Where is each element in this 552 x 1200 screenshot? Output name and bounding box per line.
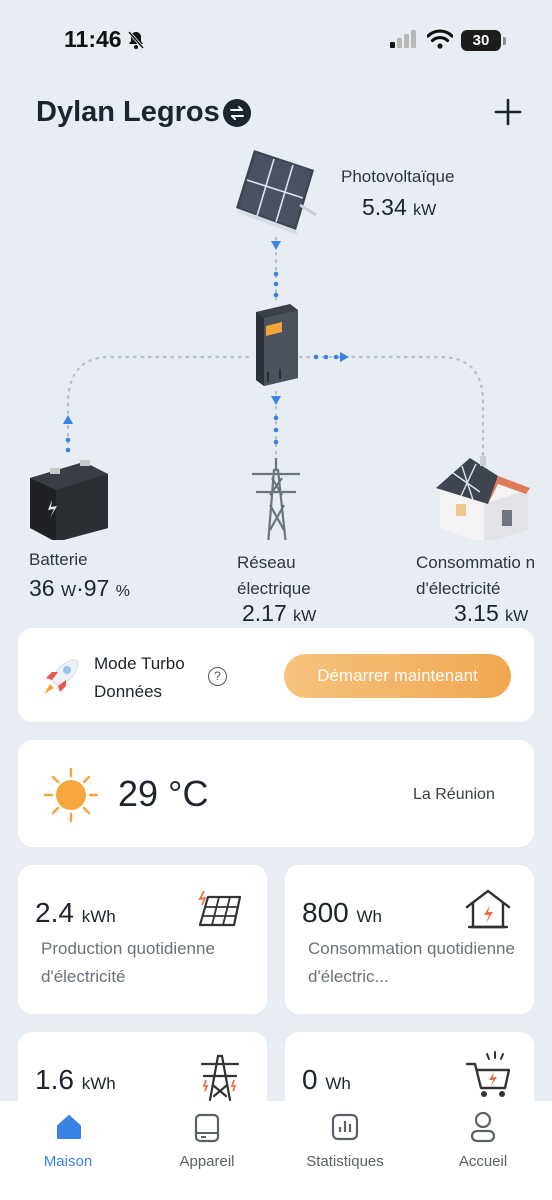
tab-statistiques[interactable]: Statistiques [290, 1109, 400, 1175]
battery-value: 36 W·97 % [29, 575, 130, 601]
device-icon [194, 1113, 220, 1143]
wifi-icon [427, 29, 453, 49]
switch-account-icon[interactable] [223, 99, 251, 127]
home-icon [57, 1115, 81, 1139]
grid-value: 2.17 kW [242, 600, 317, 626]
consumption-label: Consommatio n d'électricité [416, 553, 536, 598]
solar-panel-icon [198, 890, 242, 927]
account-name[interactable]: Dylan Legros [36, 96, 220, 129]
flow-arrow-pv [271, 241, 281, 250]
temperature: 29 °C [118, 773, 209, 814]
daily-production-card[interactable]: 2.4 kWh Production quotidienne d'électri… [18, 865, 267, 1014]
tab-label: Maison [43, 1153, 93, 1170]
daily-consumption-card[interactable]: 800 Wh Consommation quotidienne d'électr… [285, 865, 534, 1014]
grid-label: Réseau électrique [237, 553, 311, 598]
stat-description: Consommation quotidienne d'électric... [308, 939, 515, 986]
bell-muted-icon [127, 31, 145, 49]
inverter-illustration [256, 304, 298, 386]
flow-arrow-grid [271, 396, 281, 405]
turbo-mode-title: Mode Turbo Données [94, 654, 185, 701]
battery-status-icon: 30 [461, 30, 506, 51]
chart-icon [331, 1113, 359, 1141]
stat-value: 800 Wh [302, 897, 382, 928]
help-icon[interactable]: ? [208, 667, 227, 686]
signal-icon [390, 30, 416, 48]
consumption-value: 3.15 kW [454, 600, 529, 626]
stat-value: 2.4 kWh [35, 897, 116, 928]
rocket-icon [44, 659, 79, 694]
solar-panel-illustration [236, 150, 317, 235]
start-turbo-button[interactable]: Démarrer maintenant [284, 654, 511, 698]
tab-bar: Maison Appareil Statistiques Accueil [0, 1101, 552, 1200]
stat-value: 1.6 kWh [35, 1064, 116, 1095]
tab-appareil[interactable]: Appareil [152, 1109, 262, 1175]
pv-value: 5.34 kW [362, 194, 437, 220]
tab-accueil[interactable]: Accueil [428, 1109, 538, 1175]
battery-illustration [30, 460, 108, 540]
cart-icon [465, 1051, 511, 1097]
house-illustration [436, 456, 530, 540]
flow-arrow-consumption [340, 352, 349, 362]
stat-value: 0 Wh [302, 1064, 351, 1095]
tab-label: Accueil [458, 1153, 508, 1170]
status-time: 11:46 [64, 26, 122, 52]
tab-label: Appareil [179, 1153, 235, 1170]
battery-label: Batterie [29, 550, 88, 569]
energy-flow-diagram [30, 150, 530, 540]
tab-maison[interactable]: Maison [13, 1109, 123, 1175]
power-tower-icon [200, 1054, 240, 1102]
location: La Réunion [413, 786, 495, 803]
stat-description: Production quotidienne d'électricité [41, 939, 215, 986]
house-icon [465, 889, 511, 929]
pv-label: Photovoltaïque [341, 167, 455, 186]
flow-arrow-battery [63, 415, 73, 424]
add-icon[interactable] [494, 98, 522, 126]
sun-icon [43, 767, 99, 823]
tab-label: Statistiques [306, 1153, 384, 1170]
power-tower-illustration [252, 458, 300, 540]
user-icon [470, 1111, 496, 1143]
